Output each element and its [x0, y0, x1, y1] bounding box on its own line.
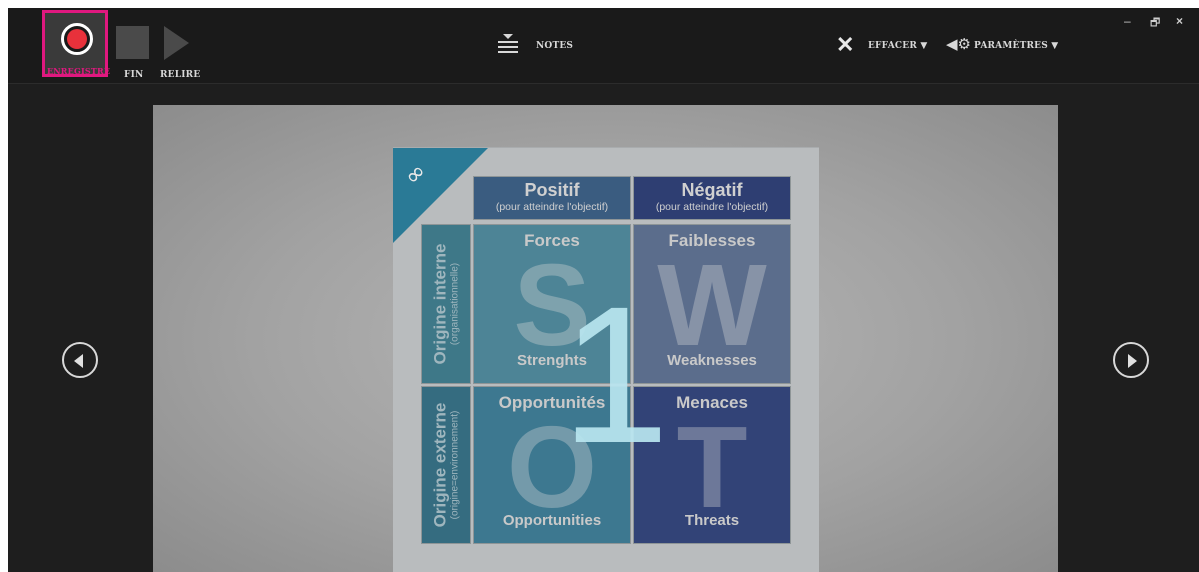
- clear-button[interactable]: ✕ EFFACER ▼: [834, 32, 928, 58]
- positive-subtitle: (pour atteindre l'objectif): [495, 201, 609, 213]
- weaknesses-title: Faiblesses: [668, 231, 756, 250]
- negative-header: Négatif (pour atteindre l'objectif): [633, 176, 791, 220]
- stop-button[interactable]: FIN: [114, 26, 154, 82]
- negative-subtitle: (pour atteindre l'objectif): [655, 201, 769, 213]
- recording-window: ENREGISTRE FIN RELIRE NOTES ✕ EFFACER ▼ …: [8, 8, 1199, 572]
- notes-button[interactable]: NOTES: [496, 32, 576, 60]
- toolbar: ENREGISTRE FIN RELIRE NOTES ✕ EFFACER ▼ …: [8, 8, 1199, 84]
- opportunities-subtitle: Opportunities: [502, 512, 602, 529]
- mic-settings-icon: ◀⚙: [946, 36, 971, 53]
- play-icon: [164, 26, 189, 60]
- next-slide-button[interactable]: [1113, 342, 1149, 378]
- clear-label: EFFACER ▼: [868, 41, 928, 51]
- external-origin-label: Origine externe (origine=environnement): [421, 386, 471, 544]
- threats-subtitle: Threats: [684, 512, 740, 529]
- replay-label: RELIRE: [160, 70, 201, 80]
- record-icon: [61, 23, 93, 55]
- countdown-number: 1: [561, 266, 670, 484]
- external-subtitle: (origine=environnement): [449, 410, 461, 520]
- positive-header: Positif (pour atteindre l'objectif): [473, 176, 631, 220]
- record-label: ENREGISTRE: [47, 66, 111, 76]
- replay-button[interactable]: RELIRE: [158, 26, 202, 82]
- notes-label: NOTES: [536, 41, 574, 51]
- restore-button[interactable]: 🗗: [1150, 14, 1160, 33]
- close-button[interactable]: ×: [1176, 14, 1183, 28]
- internal-origin-label: Origine interne (organisationnelle): [421, 224, 471, 384]
- settings-label: PARAMÈTRES ▼: [974, 41, 1059, 51]
- previous-slide-button[interactable]: [62, 342, 98, 378]
- strengths-title: Forces: [524, 231, 580, 250]
- positive-title: Positif: [524, 180, 580, 200]
- external-title: Origine externe: [430, 402, 450, 528]
- eraser-x-icon: ✕: [836, 32, 855, 57]
- minimize-button[interactable]: –: [1124, 14, 1131, 28]
- notes-icon: [498, 34, 518, 56]
- stop-icon: [116, 26, 149, 59]
- settings-button[interactable]: ◀⚙ PARAMÈTRES ▼: [944, 34, 1064, 58]
- negative-title: Négatif: [681, 180, 743, 200]
- internal-subtitle: (organisationnelle): [449, 262, 461, 346]
- internal-title: Origine interne: [430, 243, 450, 365]
- record-button[interactable]: ENREGISTRE: [42, 10, 111, 77]
- slide-preview: ∞ Positif (pour atteindre l'objectif) Né…: [153, 105, 1058, 572]
- stop-label: FIN: [124, 70, 144, 80]
